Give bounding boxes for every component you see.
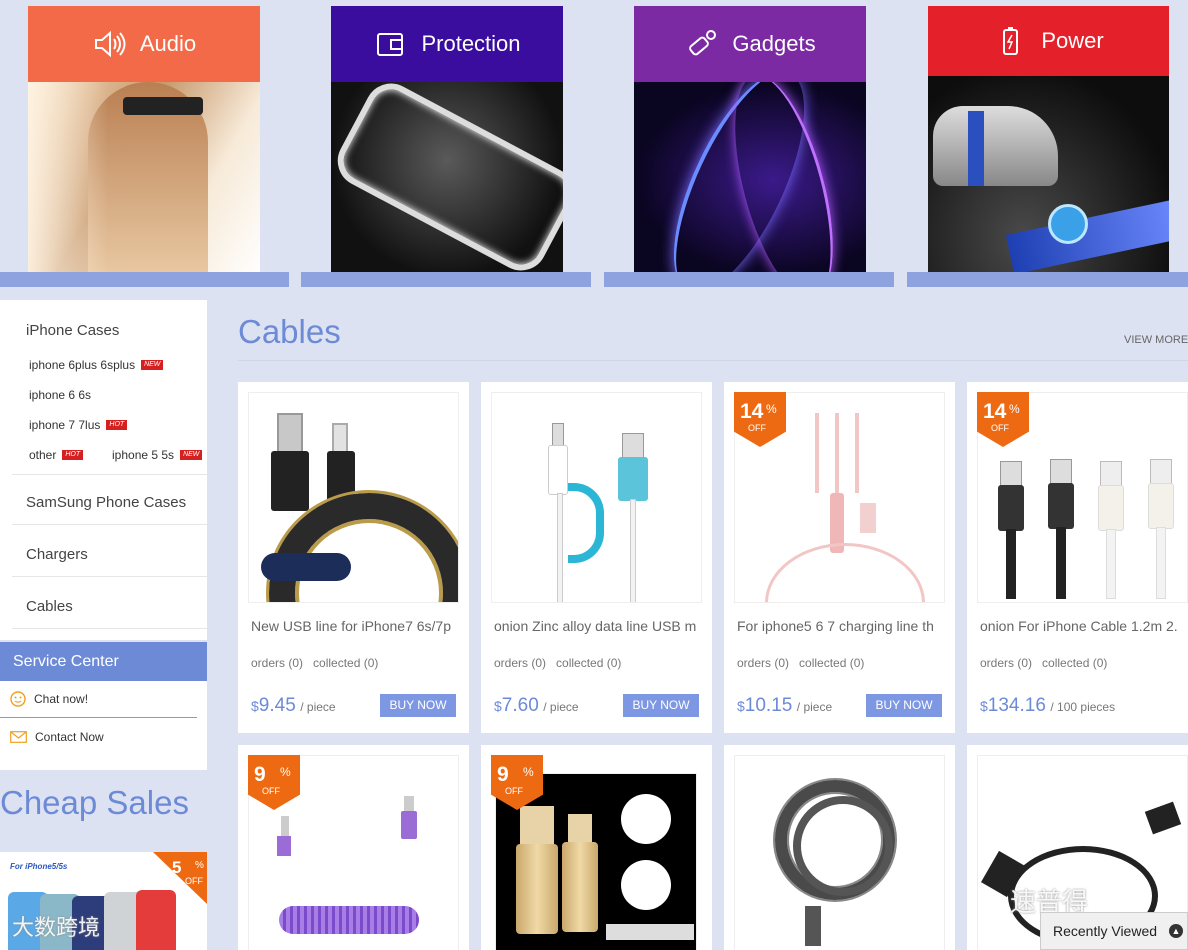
recently-viewed-button[interactable]: Recently Viewed ▲	[1040, 912, 1188, 950]
chat-now-link[interactable]: Chat now!	[0, 681, 197, 718]
product-stats: orders (0) collected (0)	[251, 656, 378, 670]
product-card[interactable]: 9 % OFF	[238, 745, 469, 950]
sidebar-subitem[interactable]: iphone 5 5s NEW	[112, 446, 207, 464]
category-label: Protection	[421, 31, 521, 56]
sidebar-subitem[interactable]: other HOT	[29, 446, 84, 464]
product-name[interactable]: For iphone5 6 7 charging line th	[737, 618, 949, 634]
buy-now-button[interactable]: BUY NOW	[866, 694, 942, 717]
product-image[interactable]	[248, 392, 459, 603]
mail-icon	[10, 730, 27, 743]
divider	[12, 576, 207, 577]
sidebar-subitem[interactable]: iphone 7 7lus HOT	[29, 416, 128, 434]
view-more-link[interactable]: VIEW MORE	[1124, 334, 1188, 346]
product-name[interactable]: New USB line for iPhone7 6s/7p	[251, 618, 463, 634]
sidebar-item-iphone-cases[interactable]: iPhone Cases	[26, 322, 119, 339]
chevron-up-icon: ▲	[1169, 924, 1183, 938]
buy-now-button[interactable]: BUY NOW	[623, 694, 699, 717]
section-divider	[238, 360, 1188, 361]
usb-stick-icon	[684, 29, 718, 59]
service-center-title: Service Center	[0, 642, 207, 681]
category-label: Gadgets	[732, 31, 816, 56]
sidebar-subitem[interactable]: iphone 6 6s	[29, 386, 91, 404]
section-title: Cables	[238, 313, 341, 350]
smiley-icon	[10, 691, 26, 707]
category-underline	[604, 272, 894, 287]
product-card[interactable]: onion Zinc alloy data line USB m orders …	[481, 382, 712, 733]
product-price: $134.16 / 100 pieces	[980, 695, 1116, 716]
orders-count: orders (0)	[251, 656, 304, 670]
category-tile-protection[interactable]: Protection	[331, 6, 563, 278]
collected-count: collected (0)	[799, 656, 865, 670]
category-image	[28, 82, 260, 278]
product-price: $7.60 / piece	[494, 695, 579, 716]
product-card[interactable]: 9 % OFF	[481, 745, 712, 950]
product-price: $9.45 / piece	[251, 695, 336, 716]
divider	[12, 524, 207, 525]
product-stats: orders (0) collected (0)	[494, 656, 621, 670]
cheap-sales-title: Cheap Sales	[0, 784, 189, 821]
product-card[interactable]	[724, 745, 955, 950]
discount-off: OFF	[185, 876, 203, 886]
product-stats: orders (0) collected (0)	[737, 656, 864, 670]
category-underline	[0, 272, 289, 287]
hot-badge: HOT	[62, 450, 84, 460]
product-card[interactable]: New USB line for iPhone7 6s/7p orders (0…	[238, 382, 469, 733]
hot-badge: HOT	[106, 420, 128, 430]
speaker-icon	[92, 29, 126, 59]
category-sidebar: iPhone Cases iphone 6plus 6splus NEW ipho…	[0, 300, 207, 640]
product-name[interactable]: onion Zinc alloy data line USB m	[494, 618, 706, 634]
category-tile-power[interactable]: Power	[928, 6, 1169, 278]
product-image[interactable]	[491, 392, 702, 603]
sidebar-item-samsung[interactable]: SamSung Phone Cases	[26, 494, 186, 511]
divider	[12, 628, 207, 629]
new-badge: NEW	[141, 360, 164, 370]
sidebar-item-chargers[interactable]: Chargers	[26, 546, 88, 563]
product-price: $10.15 / piece	[737, 695, 833, 716]
new-badge: NEW	[180, 450, 203, 460]
collected-count: collected (0)	[1042, 656, 1108, 670]
category-image	[331, 82, 563, 278]
divider	[12, 474, 207, 475]
contact-now-link[interactable]: Contact Now	[0, 718, 207, 755]
collected-count: collected (0)	[313, 656, 379, 670]
orders-count: orders (0)	[737, 656, 790, 670]
discount-percent: %	[195, 860, 204, 871]
product-name[interactable]: onion For iPhone Cable 1.2m 2.	[980, 618, 1188, 634]
category-header: Audio	[28, 6, 260, 82]
category-underline	[907, 272, 1188, 287]
phone-case-image	[136, 890, 176, 950]
category-label: Power	[1041, 28, 1104, 53]
product-card[interactable]: 14 % OFF onion For iPhone Cable 1.2m 2. …	[967, 382, 1188, 733]
category-tile-audio[interactable]: Audio	[28, 6, 260, 278]
category-header: Gadgets	[634, 6, 866, 82]
service-center: Service Center Chat now! Contact Now	[0, 642, 207, 770]
category-label: Audio	[139, 31, 197, 56]
category-image	[634, 82, 866, 278]
category-tile-gadgets[interactable]: Gadgets	[634, 6, 866, 278]
category-underline	[301, 272, 591, 287]
promo-text: For iPhone5/5s	[10, 862, 68, 871]
product-stats: orders (0) collected (0)	[980, 656, 1107, 670]
orders-count: orders (0)	[980, 656, 1033, 670]
discount-number: 5	[172, 858, 182, 877]
collected-count: collected (0)	[556, 656, 622, 670]
watermark-text: 大数跨境	[12, 915, 101, 940]
category-image	[928, 76, 1169, 278]
category-header: Protection	[331, 6, 563, 82]
buy-now-button[interactable]: BUY NOW	[380, 694, 456, 717]
category-header: Power	[928, 6, 1169, 76]
product-image[interactable]	[734, 755, 945, 950]
product-card[interactable]: 14 % OFF For iphone5 6 7 charging line t…	[724, 382, 955, 733]
battery-icon	[993, 26, 1027, 56]
sidebar-item-cables[interactable]: Cables	[26, 598, 73, 615]
sidebar-subitem[interactable]: iphone 6plus 6splus NEW	[29, 356, 164, 374]
wallet-icon	[373, 29, 407, 59]
orders-count: orders (0)	[494, 656, 547, 670]
